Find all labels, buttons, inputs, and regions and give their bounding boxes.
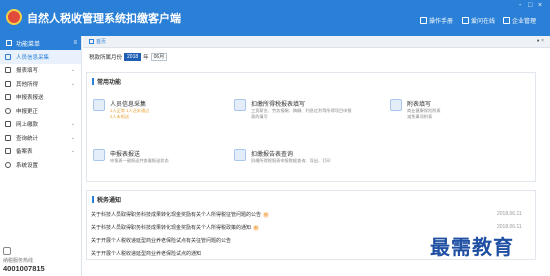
menu-icon — [6, 40, 12, 46]
notice-item[interactable]: 关于开展个人税收递延型商业养老保险试点的通知 — [91, 250, 201, 257]
func-withholding-report[interactable]: 扣缴所得税报表填写 工资薪金、劳务报酬、稿酬、利息红利等所得项目申报 表的填写 — [234, 99, 404, 125]
minimize-button[interactable]: - — [519, 2, 521, 9]
watermark-text: 最需教育 — [430, 235, 514, 259]
chat-icon — [462, 17, 469, 24]
chevron-down-icon: ⌄ — [70, 121, 75, 128]
personnel-card-icon — [93, 99, 105, 111]
month-select[interactable]: 06月 — [150, 53, 168, 61]
phone-icon — [3, 247, 11, 255]
chart-icon — [5, 134, 11, 141]
hotline-number: 4001007815 — [3, 264, 45, 273]
panel-title: 常用功能 — [97, 80, 122, 86]
report-query-icon — [234, 149, 246, 161]
payment-icon — [5, 121, 11, 128]
edit-icon — [5, 67, 11, 74]
document-icon — [5, 80, 11, 87]
enterprise-button[interactable]: 企业管理 — [503, 16, 536, 25]
collapse-icon[interactable]: ≡ — [73, 40, 77, 46]
sidebar-item-submit[interactable]: 申报表报送 — [0, 91, 81, 105]
search-icon — [5, 107, 11, 114]
attachment-edit-icon — [390, 99, 402, 111]
submit-icon — [5, 94, 11, 101]
tab-controls[interactable]: ● × — [537, 38, 544, 44]
manual-button[interactable]: 操作手册 — [420, 16, 453, 25]
func-submit[interactable]: 申报表报送 申报表一键报送并查看报送状态 — [93, 149, 213, 171]
folder-icon — [5, 148, 11, 155]
gear-icon — [5, 161, 11, 168]
chat-button[interactable]: 爱问在线 — [462, 16, 495, 25]
close-button[interactable]: × — [538, 2, 542, 9]
tab-home[interactable]: 首页 — [89, 38, 106, 45]
chevron-down-icon: ⌄ — [70, 80, 75, 87]
app-title: 自然人税收管理系统扣缴客户端 — [27, 13, 181, 25]
common-functions-panel: 常用功能 人员信息采集 1人正常 1人还未通过 2人未报送 扣缴所得税报表填写 工… — [86, 72, 536, 182]
func-attachment[interactable]: 附表填写 商业健康保险附表 减免事项附表 — [390, 99, 510, 125]
panel-title: 税务通知 — [97, 198, 122, 204]
func-personnel[interactable]: 人员信息采集 1人正常 1人还未通过 2人未报送 — [93, 99, 213, 125]
sidebar-item-report-fill[interactable]: 报表填写 ⌄ — [0, 64, 81, 78]
new-badge: 新 — [263, 211, 270, 218]
sidebar: 功能菜单 ≡ 人员信息采集 报表填写 ⌄ 其他所得 ⌄ 申报表报送 申报更正 网… — [0, 36, 82, 276]
sidebar-item-query[interactable]: 查询统计 ⌄ — [0, 131, 81, 145]
tax-period-selector: 税款所属月份 2018 年 06月 — [89, 53, 168, 61]
manual-icon — [420, 17, 427, 24]
sidebar-item-payment[interactable]: 网上缴款 ⌄ — [0, 118, 81, 132]
sidebar-item-other-income[interactable]: 其他所得 ⌄ — [0, 77, 81, 91]
chevron-down-icon: ⌄ — [70, 134, 75, 141]
notice-item[interactable]: 关于科技人员取得职务科技成果转化现金奖励有关个人所得税征管问题的公告 新 — [91, 211, 270, 218]
chevron-down-icon: ⌄ — [70, 148, 75, 155]
person-icon — [5, 53, 11, 60]
sidebar-item-personnel[interactable]: 人员信息采集 — [0, 50, 81, 64]
chevron-down-icon: ⌄ — [70, 67, 75, 74]
service-hotline: 纳税服务热线 4001007815 — [3, 247, 45, 273]
enterprise-icon — [503, 17, 510, 24]
sidebar-item-filing[interactable]: 备案表 ⌄ — [0, 145, 81, 159]
notice-date: 2018.06.11 — [497, 224, 522, 230]
tab-bar: 首页 ● × — [83, 36, 550, 48]
sidebar-item-settings[interactable]: 系统设置 — [0, 158, 81, 172]
submit-report-icon — [93, 149, 105, 161]
home-icon — [89, 39, 94, 44]
year-select[interactable]: 2018 — [124, 53, 142, 61]
new-badge: 新 — [253, 224, 260, 231]
tax-emblem-logo — [6, 9, 22, 25]
notice-item[interactable]: 关于开展个人税收递延型商业养老保险试点有关征管问题的公告 — [91, 237, 231, 244]
sidebar-item-correction[interactable]: 申报更正 — [0, 104, 81, 118]
func-report-query[interactable]: 扣缴报告表查询 扣缴所得税报表申报数据查询、导出、打印 — [234, 149, 404, 171]
notice-date: 2018.06.11 — [497, 211, 522, 217]
maximize-button[interactable]: □ — [528, 2, 532, 9]
notice-item[interactable]: 关于科技人员取得职务科技成果转化现金奖励有关个人所得税政策的通知 新 — [91, 224, 260, 231]
title-bar: 自然人税收管理系统扣缴客户端 操作手册 爱问在线 企业管理 - □ × — [0, 0, 550, 36]
menu-header: 功能菜单 ≡ — [0, 36, 81, 50]
report-form-icon — [234, 99, 246, 111]
